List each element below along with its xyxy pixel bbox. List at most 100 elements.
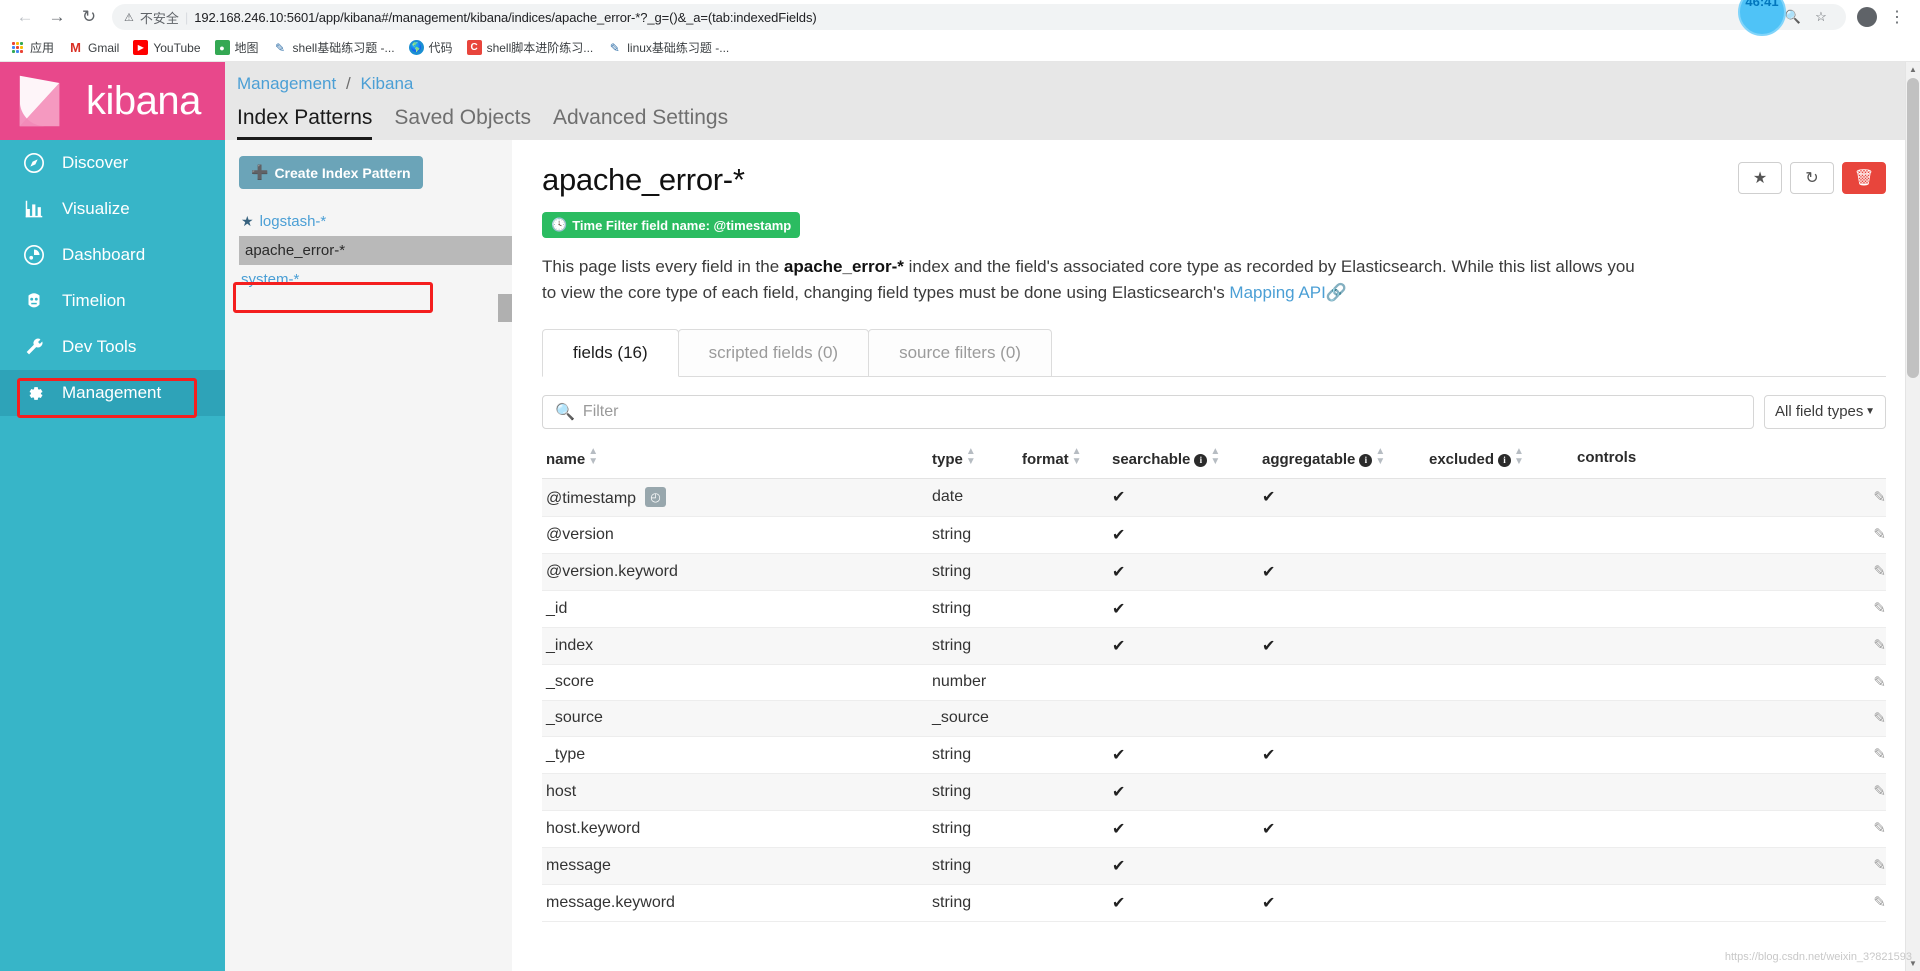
page-scrollbar[interactable]: ▲ ▼ xyxy=(1905,62,1920,971)
pencil-icon[interactable]: ✎ xyxy=(1873,563,1886,580)
pencil-icon[interactable]: ✎ xyxy=(1873,637,1886,654)
index-pattern-logstash[interactable]: ★ logstash-* xyxy=(239,207,512,236)
bookmark-youtube[interactable]: ▶ YouTube xyxy=(133,40,201,55)
refresh-fields-button[interactable]: ↻ xyxy=(1790,162,1834,194)
mapping-api-link[interactable]: Mapping API xyxy=(1229,283,1325,302)
plus-icon: ➕ xyxy=(251,164,269,180)
search-input-wrapper[interactable]: 🔍 Filter xyxy=(542,394,1754,429)
tab-source-filters[interactable]: source filters (0) xyxy=(868,328,1052,377)
cell-field-name: @version.keyword xyxy=(542,553,932,591)
tab-saved-objects[interactable]: Saved Objects xyxy=(394,106,531,140)
tab-advanced-settings[interactable]: Advanced Settings xyxy=(553,106,728,140)
tab-index-patterns[interactable]: Index Patterns xyxy=(237,106,373,140)
chrome-menu-icon[interactable]: ⋮ xyxy=(1884,4,1910,30)
column-header-aggregatable[interactable]: aggregatable i▲ ▼ xyxy=(1262,442,1429,479)
kibana-wordmark: kibana xyxy=(86,79,201,123)
bookmark-label: YouTube xyxy=(153,40,201,55)
gmail-icon: M xyxy=(70,40,81,55)
bookmark-star-icon[interactable]: ☆ xyxy=(1808,4,1834,30)
forward-arrow-icon[interactable]: → xyxy=(42,2,72,32)
cell-searchable: ✔ xyxy=(1112,773,1262,811)
breadcrumb-management[interactable]: Management xyxy=(237,74,336,93)
pencil-icon[interactable]: ✎ xyxy=(1873,526,1886,543)
sidebar-item-dashboard[interactable]: Dashboard xyxy=(0,232,225,278)
sidebar-item-dev-tools[interactable]: Dev Tools xyxy=(0,324,225,370)
page-scrollbar-thumb[interactable] xyxy=(1907,78,1919,378)
cell-field-name: _source xyxy=(542,700,932,737)
info-icon[interactable]: i xyxy=(1359,453,1373,467)
check-icon: ✔ xyxy=(1112,857,1126,875)
bookmark-code[interactable]: 🌎 代码 xyxy=(408,39,453,56)
pencil-icon[interactable]: ✎ xyxy=(1873,746,1886,763)
column-header-type[interactable]: type ▲ ▼ xyxy=(932,442,1022,479)
index-pattern-system[interactable]: system-* xyxy=(239,265,512,294)
bookmark-label: 应用 xyxy=(30,41,55,55)
pencil-icon[interactable]: ✎ xyxy=(1873,600,1886,617)
profile-avatar[interactable] xyxy=(1854,4,1880,30)
cell-aggregatable: ✔ xyxy=(1262,553,1429,591)
fields-table-body: @timestamp ◴ date ✔ ✔ ✎ @version string ✔ ✎ @versi… xyxy=(542,478,1886,922)
reload-icon[interactable]: ↻ xyxy=(74,2,104,32)
create-index-pattern-button[interactable]: ➕ Create Index Pattern xyxy=(239,156,423,189)
dashboard-icon xyxy=(22,243,46,267)
sidebar-item-management[interactable]: Management xyxy=(0,370,225,416)
cell-field-type-text: string xyxy=(932,893,972,911)
index-panel-scrollbar[interactable] xyxy=(498,294,512,322)
tab-fields[interactable]: fields (16) xyxy=(542,328,679,377)
bookmark-label: shell脚本进阶练习... xyxy=(486,41,594,55)
column-label: type xyxy=(932,450,963,468)
sidebar-item-visualize[interactable]: Visualize xyxy=(0,186,225,232)
bookmark-shell-basics[interactable]: ✎ shell基础练习题 -... xyxy=(273,39,395,56)
check-icon: ✔ xyxy=(1112,783,1126,801)
pencil-icon[interactable]: ✎ xyxy=(1873,489,1886,506)
delete-index-pattern-button[interactable]: 🗑 xyxy=(1842,162,1886,194)
cell-field-type-text: string xyxy=(932,819,972,837)
time-filter-label: Time Filter field name: @timestamp xyxy=(572,217,792,233)
pencil-icon[interactable]: ✎ xyxy=(1873,820,1886,837)
external-link-icon: 🔗 xyxy=(1325,283,1347,303)
cell-field-format xyxy=(1022,516,1112,554)
info-icon[interactable]: i xyxy=(1194,453,1208,467)
sidebar-item-timelion[interactable]: Timelion xyxy=(0,278,225,324)
column-header-name[interactable]: name ▲ ▼ xyxy=(542,442,932,479)
field-type-select[interactable]: All field types ▼ xyxy=(1764,394,1886,429)
breadcrumb-kibana[interactable]: Kibana xyxy=(360,74,413,93)
field-name-text: @version xyxy=(546,525,614,543)
info-icon[interactable]: i xyxy=(1498,453,1512,467)
bookmark-gmail[interactable]: M Gmail xyxy=(68,40,119,55)
cell-field-name: host xyxy=(542,773,932,811)
address-bar[interactable]: ⚠ 不安全 | 192.168.246.10:5601/app/kibana#/… xyxy=(112,4,1846,30)
set-default-index-button[interactable]: ★ xyxy=(1738,162,1782,194)
kibana-mark-icon xyxy=(19,75,60,127)
security-label: 不安全 xyxy=(139,10,179,26)
tab-scripted-fields[interactable]: scripted fields (0) xyxy=(677,328,870,377)
index-pattern-apache-error[interactable]: apache_error-* xyxy=(239,236,526,265)
column-header-format[interactable]: format ▲ ▼ xyxy=(1022,442,1112,479)
cell-searchable: ✔ xyxy=(1112,553,1262,591)
cell-controls: ✎ xyxy=(1577,627,1886,665)
bookmark-maps[interactable]: ● 地图 xyxy=(214,39,259,56)
cell-controls: ✎ xyxy=(1577,553,1886,591)
bookmark-shell-advanced[interactable]: C shell脚本进阶练习... xyxy=(466,39,594,56)
pencil-icon[interactable]: ✎ xyxy=(1873,783,1886,800)
kibana-logo[interactable]: kibana xyxy=(0,62,225,140)
column-header-searchable[interactable]: searchable i▲ ▼ xyxy=(1112,442,1262,479)
sidebar-item-label: Dev Tools xyxy=(62,337,137,356)
pencil-icon[interactable]: ✎ xyxy=(1873,674,1886,691)
pencil-icon[interactable]: ✎ xyxy=(1873,710,1886,727)
column-header-excluded[interactable]: excluded i▲ ▼ xyxy=(1429,442,1577,479)
check-icon: ✔ xyxy=(1112,746,1126,764)
field-tab-bar: fields (16) scripted fields (0) source f… xyxy=(542,328,1886,377)
scroll-up-arrow-icon[interactable]: ▲ xyxy=(1909,65,1917,74)
cell-excluded xyxy=(1429,810,1577,848)
back-arrow-icon[interactable]: ← xyxy=(10,2,40,32)
cell-field-type-text: _source xyxy=(932,709,989,727)
cell-field-type: string xyxy=(932,553,1022,591)
pencil-icon[interactable]: ✎ xyxy=(1873,857,1886,874)
bookmark-linux-basics[interactable]: ✎ linux基础练习题 -... xyxy=(607,39,730,56)
bookmark-apps[interactable]: 应用 xyxy=(10,39,54,56)
timer-overlay-badge: 46:41 xyxy=(1738,0,1786,36)
cell-excluded xyxy=(1429,773,1577,811)
sidebar-item-discover[interactable]: Discover xyxy=(0,140,225,186)
pencil-icon[interactable]: ✎ xyxy=(1873,894,1886,911)
